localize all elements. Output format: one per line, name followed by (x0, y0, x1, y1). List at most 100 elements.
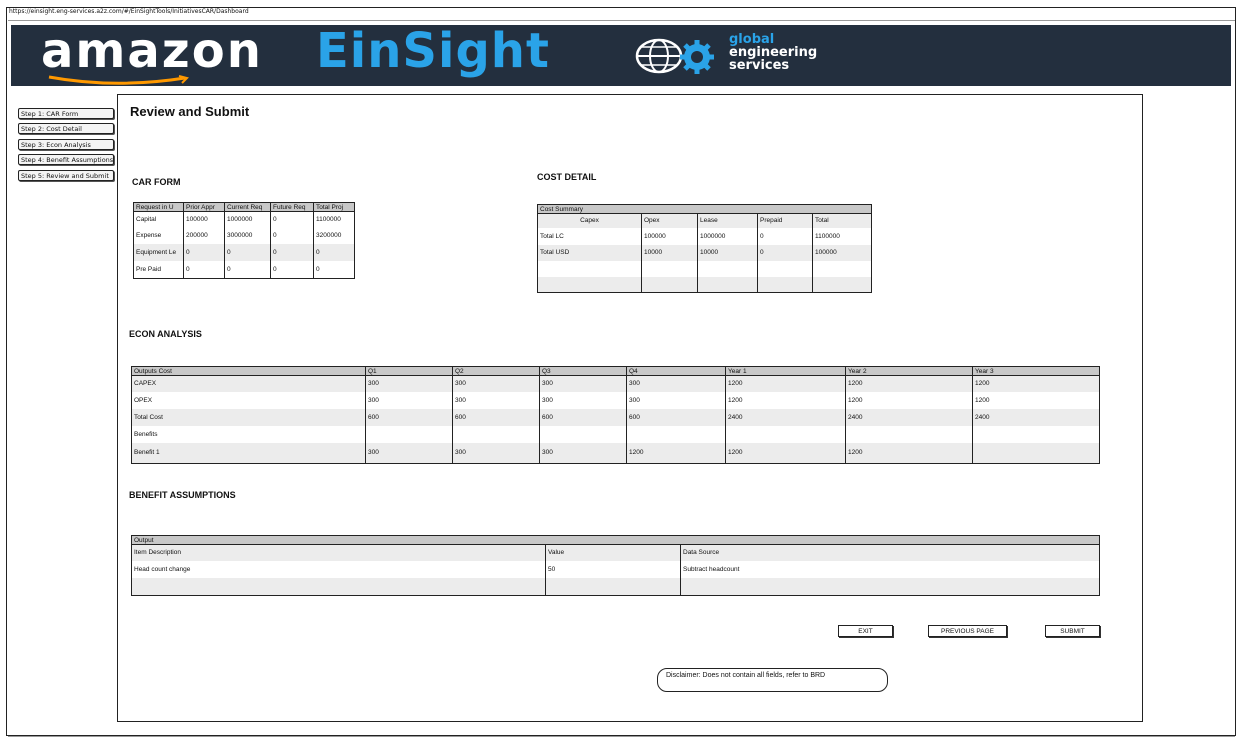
table-header: Prepaid (757, 213, 813, 228)
table-row (131, 577, 1100, 596)
table-cell: 0 (313, 243, 355, 261)
table-row: OPEX 300 300 300 300 1200 1200 1200 (132, 391, 1100, 409)
step-cost-detail[interactable]: Step 2: Cost Detail (18, 123, 114, 134)
table-cell: 2400 (725, 408, 846, 426)
step-car-form[interactable]: Step 1: CAR Form (18, 108, 114, 119)
table-header: Prior Appr (183, 202, 225, 212)
table-cell: 1000000 (697, 227, 758, 245)
previous-page-button[interactable]: PREVIOUS PAGE (928, 625, 1007, 637)
table-cell: 2400 (972, 408, 1100, 426)
table-header: Year 1 (725, 366, 846, 376)
table-header: Q4 (626, 366, 726, 376)
table-cell (545, 577, 681, 596)
table-cell (972, 442, 1100, 464)
exit-button[interactable]: EXIT (838, 625, 893, 637)
table-cell: Pre Paid (136, 265, 161, 273)
table-cell (365, 425, 453, 443)
table-cell (725, 425, 846, 443)
benefit-assumptions-table: Output Item Description Value Data Sourc… (131, 535, 1100, 596)
table-cell: 0 (270, 211, 314, 227)
table-cell: Expense (136, 231, 162, 239)
table-header: Outputs Cost (131, 366, 366, 376)
table-header: Data Source (680, 544, 1100, 561)
table-cell: 0 (757, 227, 813, 245)
table-cell (757, 260, 813, 277)
table-cell: 600 (452, 408, 540, 426)
table-cell: Equipment Le (133, 243, 184, 261)
table-cell: 1200 (725, 375, 846, 392)
table-cell: 300 (365, 375, 453, 392)
url-bar[interactable]: https://einsight.eng-services.a2z.com/#/… (9, 8, 249, 15)
table-cell: Subtract headcount (680, 560, 1100, 578)
disclaimer-note: Disclaimer: Does not contain all fields,… (657, 668, 888, 692)
table-cell: 0 (183, 243, 225, 261)
table-cell: 300 (626, 391, 726, 409)
header-banner: amazon EinSight global engineering servi… (11, 25, 1231, 86)
einsight-logo-text: EinSight (316, 25, 550, 79)
step-econ-analysis[interactable]: Step 3: Econ Analysis (18, 139, 114, 150)
table-caption: Output (131, 535, 1100, 545)
car-form-heading: CAR FORM (132, 177, 181, 187)
car-form-table: Request in U Prior Appr Current Req Futu… (133, 202, 355, 279)
table-cell (845, 425, 973, 443)
table-cell: 100000 (183, 211, 225, 227)
table-header: Request in U (133, 202, 184, 212)
table-header: Capex (537, 213, 642, 228)
table-cell: 300 (539, 375, 627, 392)
table-row: Total LC 100000 1000000 0 1100000 (538, 227, 872, 245)
table-header: Q3 (539, 366, 627, 376)
table-cell: 100000 (641, 227, 698, 245)
submit-button[interactable]: SUBMIT (1045, 625, 1100, 637)
table-cell: 300 (452, 442, 540, 464)
table-cell: 1200 (725, 442, 846, 464)
table-cell: 1200 (845, 375, 973, 392)
table-cell: 0 (224, 260, 271, 279)
table-cell: 600 (626, 408, 726, 426)
step-review-submit[interactable]: Step 5: Review and Submit (18, 170, 114, 181)
table-cell: 600 (365, 408, 453, 426)
table-cell: Benefit 1 (131, 442, 366, 464)
table-cell: Total LC (540, 232, 564, 240)
table-header: Q1 (365, 366, 453, 376)
table-cell: 0 (757, 244, 813, 261)
table-header: Item Description (131, 544, 546, 561)
table-row (538, 260, 872, 277)
table-header: Value (545, 544, 681, 561)
table-cell: 600 (539, 408, 627, 426)
table-cell: 10000 (697, 244, 758, 261)
table-cell (131, 577, 546, 596)
table-cell: 300 (626, 375, 726, 392)
step-benefit-assumptions[interactable]: Step 4: Benefit Assumptions (18, 154, 114, 165)
econ-analysis-table: Outputs Cost Q1 Q2 Q3 Q4 Year 1 Year 2 Y… (131, 366, 1100, 464)
globe-gear-icon (635, 38, 714, 74)
econ-analysis-heading: ECON ANALYSIS (129, 329, 202, 339)
table-cell (537, 276, 642, 293)
table-cell (697, 260, 758, 277)
table-row: Benefits (132, 425, 1100, 443)
amazon-smile-icon (48, 75, 189, 85)
table-cell (811, 260, 872, 277)
table-cell: 1200 (845, 442, 973, 464)
table-cell: 0 (270, 226, 314, 244)
table-cell: 1200 (972, 375, 1100, 392)
table-header: Future Req (270, 202, 314, 212)
table-cell: 300 (539, 442, 627, 464)
table-row: CAPEX 300 300 300 300 1200 1200 1200 (131, 375, 1100, 392)
table-header: Current Req (224, 202, 271, 212)
table-cell: 300 (365, 442, 453, 464)
table-cell (539, 425, 627, 443)
table-cell: 300 (452, 375, 540, 392)
table-cell: 3200000 (313, 226, 355, 244)
ges-line-3: services (729, 58, 790, 73)
table-row: Capital 100000 1000000 0 1100000 (134, 211, 355, 227)
table-header: Lease (697, 213, 758, 228)
ges-logo-text: global engineering services (729, 33, 817, 72)
table-cell: 1100000 (313, 211, 355, 227)
table-cell (757, 276, 813, 293)
table-cell: OPEX (134, 396, 153, 404)
cost-detail-heading: COST DETAIL (537, 172, 597, 182)
table-cell: 0 (224, 243, 271, 261)
table-cell: 0 (183, 260, 225, 279)
table-cell: 200000 (183, 226, 225, 244)
table-cell (538, 261, 642, 277)
